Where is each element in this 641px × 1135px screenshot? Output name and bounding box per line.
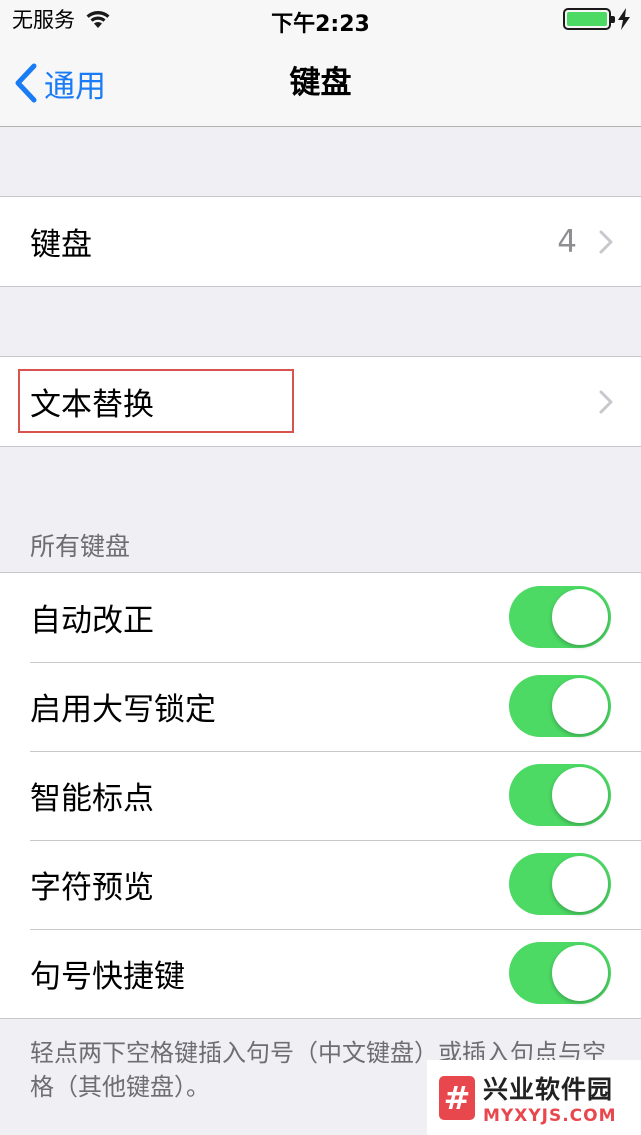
status-time: 下午2:23	[271, 12, 370, 37]
keyboards-group: 键盘 4	[0, 196, 641, 287]
setting-row-smart-punctuation: 智能标点	[0, 751, 641, 840]
auto-correction-toggle[interactable]	[509, 586, 611, 648]
setting-label: 智能标点	[30, 781, 154, 817]
setting-label: 句号快捷键	[30, 959, 185, 995]
status-bar: 无服务 下午2:23	[0, 0, 641, 40]
chevron-right-icon	[599, 390, 613, 413]
watermark-site: MYXYJS.COM	[483, 1105, 617, 1126]
toggle-knob	[552, 767, 608, 823]
toggle-knob	[552, 678, 608, 734]
battery-tip	[611, 16, 615, 23]
setting-row-auto-correction: 自动改正	[0, 573, 641, 662]
toggle-knob	[552, 589, 608, 645]
setting-label: 启用大写锁定	[30, 692, 216, 728]
character-preview-toggle[interactable]	[509, 853, 611, 915]
caps-lock-toggle[interactable]	[509, 675, 611, 737]
highlight-annotation-box	[18, 369, 294, 433]
charging-bolt-icon	[618, 8, 630, 30]
watermark-logo-icon: #	[439, 1075, 475, 1120]
smart-punctuation-toggle[interactable]	[509, 764, 611, 826]
chevron-right-icon	[599, 230, 613, 253]
text-replacement-group: 文本替换	[0, 356, 641, 447]
setting-label: 字符预览	[30, 870, 154, 906]
watermark: # 兴业软件园 MYXYJS.COM	[427, 1060, 641, 1135]
text-replacement-row[interactable]: 文本替换	[0, 357, 641, 446]
section-header-all-keyboards: 所有键盘	[30, 532, 131, 561]
keyboards-count: 4	[557, 223, 577, 260]
watermark-text: 兴业软件园 MYXYJS.COM	[483, 1070, 617, 1126]
battery-fill	[567, 12, 607, 26]
battery-icon	[563, 8, 615, 30]
toggle-knob	[552, 856, 608, 912]
status-right	[563, 8, 631, 30]
setting-row-period-shortcut: 句号快捷键	[0, 929, 641, 1018]
setting-label: 自动改正	[30, 603, 154, 639]
text-replacement-accessory	[599, 357, 613, 446]
all-keyboards-group: 自动改正 启用大写锁定 智能标点 字符预览 句号快捷键	[0, 572, 641, 1019]
period-shortcut-toggle[interactable]	[509, 942, 611, 1004]
toggle-knob	[552, 945, 608, 1001]
keyboards-row-accessory: 4	[557, 197, 613, 286]
navigation-bar: 通用 键盘	[0, 40, 641, 127]
keyboards-row[interactable]: 键盘 4	[0, 197, 641, 286]
page-title: 键盘	[289, 65, 352, 101]
keyboards-row-label: 键盘	[30, 227, 92, 263]
setting-row-caps-lock: 启用大写锁定	[0, 662, 641, 751]
setting-row-character-preview: 字符预览	[0, 840, 641, 929]
watermark-name: 兴业软件园	[483, 1074, 614, 1104]
